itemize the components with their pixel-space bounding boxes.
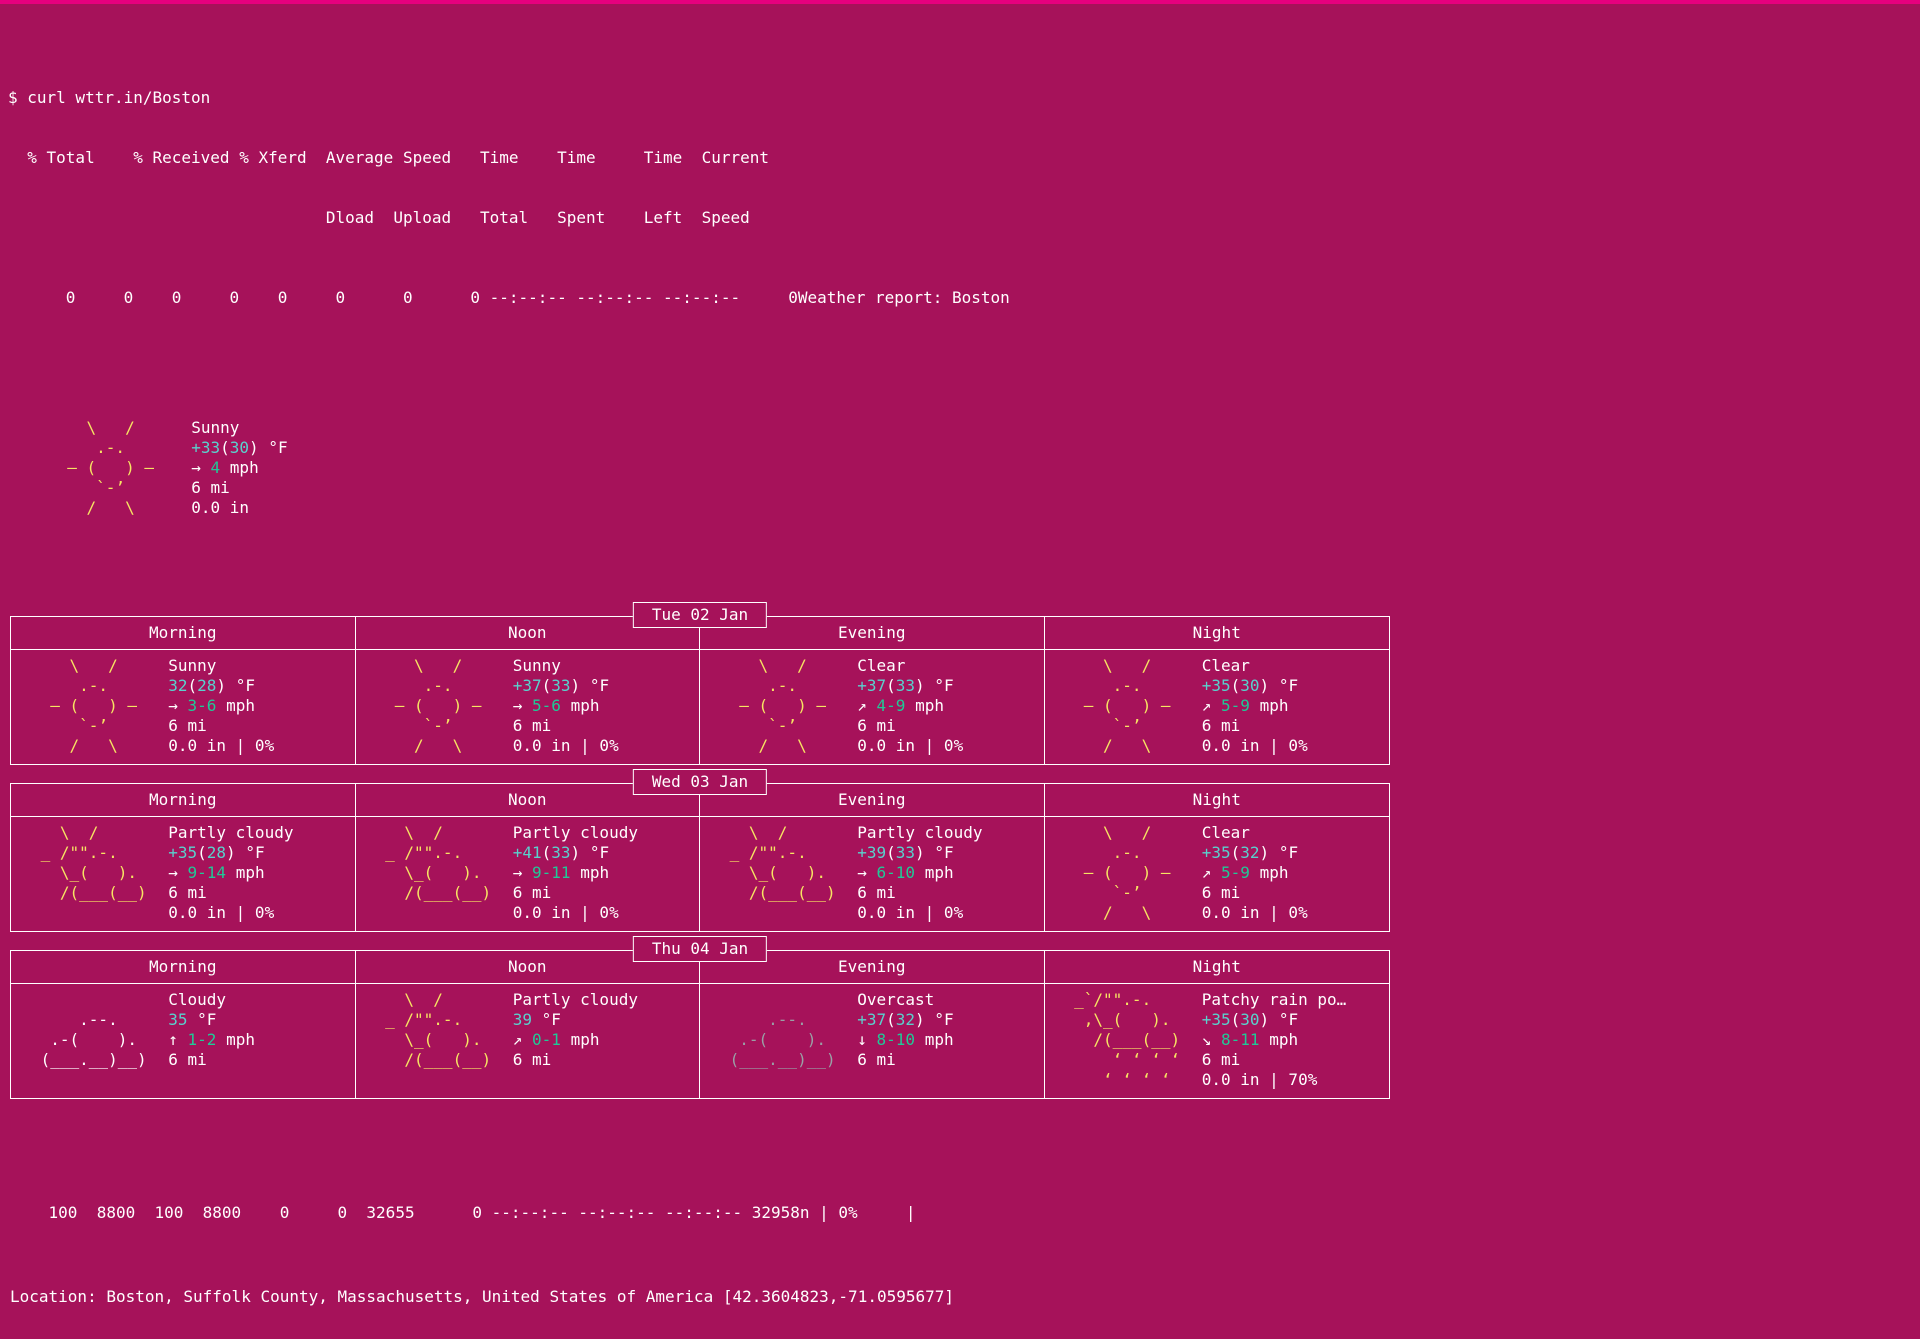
sun-icon: \ / .-. ― ( ) ― `-’ / \ [1065,823,1190,923]
forecast-cell: \ / _ /"".-. \_( ). /(___(__) Partly clo… [356,984,701,1098]
forecast-container: Tue 02 JanMorningNoonEveningNight \ / .-… [8,616,1912,1099]
forecast-cell: \ / .-. ― ( ) ― `-’ / \ Clear +37(33) °F… [700,650,1045,764]
forecast-info: Partly cloudy +35(28) °F → 9-14 mph 6 mi… [168,823,293,923]
forecast-info: Clear +35(30) °F ↗ 5-9 mph 6 mi 0.0 in |… [1202,656,1308,756]
forecast-info: Clear +37(33) °F ↗ 4-9 mph 6 mi 0.0 in |… [857,656,963,756]
forecast-info: Sunny 32(28) °F → 3-6 mph 6 mi 0.0 in | … [168,656,274,756]
forecast-cell: \ / _ /"".-. \_( ). /(___(__) Partly clo… [356,817,701,931]
day-box: Tue 02 JanMorningNoonEveningNight \ / .-… [10,616,1390,765]
forecast-cell: \ / .-. ― ( ) ― `-’ / \ Clear +35(30) °F… [1045,650,1390,764]
current-conditions: \ / .-. ― ( ) ― `-’ / \ Sunny +33(30) °F… [8,408,1912,518]
wind-unit: mph [230,458,259,477]
sun-icon: \ / .-. ― ( ) ― `-’ / \ [48,418,173,518]
forecast-cell: \ / _ /"".-. \_( ). /(___(__) Partly clo… [11,817,356,931]
rain-icon: _`/"".-. ,\_( ). /(___(__) ‘ ‘ ‘ ‘ ‘ ‘ ‘… [1065,990,1190,1090]
forecast-cell: \ / .-. ― ( ) ― `-’ / \ Sunny 32(28) °F … [11,650,356,764]
day-box: Wed 03 JanMorningNoonEveningNight \ / _ … [10,783,1390,932]
curl-header-1: % Total % Received % Xferd Average Speed… [8,148,1912,168]
forecast-cell: .--. .-( ). (___.__)__) Overcast +37(32)… [700,984,1045,1098]
sun-icon: \ / .-. ― ( ) ― `-’ / \ [376,656,501,756]
forecast-info: Clear +35(32) °F ↗ 5-9 mph 6 mi 0.0 in |… [1202,823,1308,923]
sun-icon: \ / .-. ― ( ) ― `-’ / \ [720,656,845,756]
partly-icon: \ / _ /"".-. \_( ). /(___(__) [376,990,501,1090]
current-visibility: 6 mi [191,478,230,497]
forecast-info: Overcast +37(32) °F ↓ 8-10 mph 6 mi [857,990,953,1090]
wind-arrow-icon: → [191,458,201,477]
period-header: Morning [11,951,356,983]
current-condition: Sunny [191,418,239,437]
overcast-icon: .--. .-( ). (___.__)__) [720,990,845,1090]
forecast-info: Sunny +37(33) °F → 5-6 mph 6 mi 0.0 in |… [513,656,619,756]
current-info: Sunny +33(30) °F → 4 mph 6 mi 0.0 in [191,418,287,518]
terminal[interactable]: $ curl wttr.in/Boston % Total % Received… [0,4,1920,1339]
cloud-icon: .--. .-( ). (___.__)__) [31,990,156,1090]
curl-final: 100 8800 100 8800 0 0 32655 0 --:--:-- -… [49,1203,800,1222]
forecast-cell: _`/"".-. ,\_( ). /(___(__) ‘ ‘ ‘ ‘ ‘ ‘ ‘… [1045,984,1390,1098]
current-wind: 4 [211,458,221,477]
forecast-info: Partly cloudy 39 °F ↗ 0-1 mph 6 mi [513,990,638,1090]
partly-icon: \ / _ /"".-. \_( ). /(___(__) [31,823,156,923]
temp-unit: °F [268,438,287,457]
curl-progress-line: 0 0 0 0 0 0 0 0 --:--:-- --:--:-- --:--:… [8,268,1912,328]
day-box: Thu 04 JanMorningNoonEveningNight .--. .… [10,950,1390,1099]
forecast-info: Partly cloudy +41(33) °F → 9-11 mph 6 mi… [513,823,638,923]
current-precip: 0.0 in [191,498,249,517]
period-header: Night [1045,784,1390,816]
partly-icon: \ / _ /"".-. \_( ). /(___(__) [720,823,845,923]
period-header: Morning [11,784,356,816]
forecast-info: Cloudy 35 °F ↑ 1-2 mph 6 mi [168,990,255,1090]
forecast-info: Patchy rain po… +35(30) °F ↘ 8-11 mph 6 … [1202,990,1347,1090]
report-title: Weather report: Boston [798,288,1010,307]
period-body-row: .--. .-( ). (___.__)__) Cloudy 35 °F ↑ 1… [10,984,1390,1099]
period-body-row: \ / .-. ― ( ) ― `-’ / \ Sunny 32(28) °F … [10,650,1390,765]
curl-n: n | 0% | [800,1203,916,1222]
sun-icon: \ / .-. ― ( ) ― `-’ / \ [31,656,156,756]
sun-icon: \ / .-. ― ( ) ― `-’ / \ [1065,656,1190,756]
period-body-row: \ / _ /"".-. \_( ). /(___(__) Partly clo… [10,817,1390,932]
forecast-info: Partly cloudy +39(33) °F → 6-10 mph 6 mi… [857,823,982,923]
curl-header-2: Dload Upload Total Spent Left Speed [8,208,1912,228]
period-header: Morning [11,617,356,649]
date-tab: Wed 03 Jan [633,769,767,795]
forecast-cell: \ / .-. ― ( ) ― `-’ / \ Sunny +37(33) °F… [356,650,701,764]
forecast-cell: \ / .-. ― ( ) ― `-’ / \ Clear +35(32) °F… [1045,817,1390,931]
location-line: Location: Boston, Suffolk County, Massac… [8,1283,1912,1307]
period-header: Night [1045,951,1390,983]
forecast-cell: .--. .-( ). (___.__)__) Cloudy 35 °F ↑ 1… [11,984,356,1098]
period-header: Night [1045,617,1390,649]
curl-progress-0: 0 0 0 0 0 0 0 0 --:--:-- --:--:-- --:--:… [47,288,798,307]
date-tab: Tue 02 Jan [633,602,767,628]
partly-icon: \ / _ /"".-. \_( ). /(___(__) [376,823,501,923]
command-line: $ curl wttr.in/Boston [8,88,1912,108]
curl-final-line: 100 8800 100 8800 0 0 32655 0 --:--:-- -… [8,1179,1912,1243]
current-feels: 30 [230,438,249,457]
date-tab: Thu 04 Jan [633,936,767,962]
forecast-cell: \ / _ /"".-. \_( ). /(___(__) Partly clo… [700,817,1045,931]
current-temp: +33 [191,438,220,457]
